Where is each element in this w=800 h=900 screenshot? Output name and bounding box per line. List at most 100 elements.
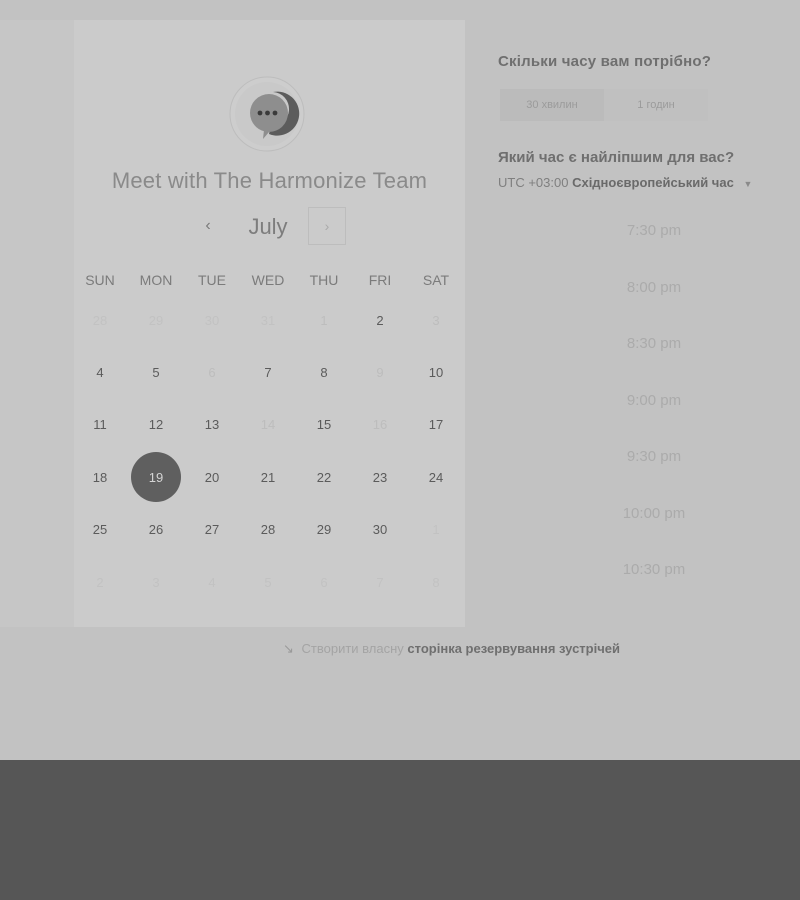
weekday-label: FRI [368, 272, 392, 288]
calendar-day-number: 16 [372, 417, 388, 433]
calendar-day-number: 2 [96, 574, 104, 590]
calendar-day[interactable]: 25 [72, 504, 128, 556]
timezone-offset: UTC +03:00 [498, 175, 569, 190]
calendar-day[interactable]: 10 [408, 346, 464, 398]
duration-30min-button[interactable]: 30 хвилин [500, 89, 604, 121]
calendar-day-number: 30 [372, 522, 388, 538]
calendar-week-row: 11 12 13 14 15 16 17 [72, 399, 464, 451]
time-slot[interactable]: 9:00 pm [565, 392, 743, 409]
calendar-day[interactable]: 12 [128, 399, 184, 451]
calendar-day: 16 [352, 399, 408, 451]
calendar-day-number: 6 [320, 574, 328, 590]
calendar-day[interactable]: 13 [184, 399, 240, 451]
calendar-day[interactable]: 15 [296, 399, 352, 451]
calendar-day: 1 [408, 504, 464, 556]
calendar-day[interactable]: 20 [184, 451, 240, 503]
calendar-day-number: 3 [432, 312, 440, 328]
calendar-day-number: 1 [320, 312, 328, 328]
month-navigation: ‹ July › [190, 206, 350, 248]
duration-1hour-button[interactable]: 1 годин [604, 89, 708, 121]
calendar-day[interactable]: 22 [296, 451, 352, 503]
calendar-week-row: 4 5 6 7 8 9 10 [72, 346, 464, 398]
calendar-day-number: 18 [92, 469, 108, 485]
calendar-day[interactable]: 11 [72, 399, 128, 451]
weekday-label: TUE [198, 272, 226, 288]
calendar-day[interactable]: 27 [184, 504, 240, 556]
calendar-day[interactable]: 5 [128, 346, 184, 398]
calendar-day-number: 27 [204, 522, 220, 538]
calendar-day-number: 21 [260, 469, 276, 485]
duration-question: Скільки часу вам потрібно? [498, 53, 712, 70]
time-slot[interactable]: 10:00 pm [565, 505, 743, 522]
calendar-day-number: 4 [208, 574, 216, 590]
calendar-day-number: 15 [316, 417, 332, 433]
calendar-day: 4 [184, 556, 240, 608]
time-slot[interactable]: 8:30 pm [565, 335, 743, 352]
calendar-day[interactable]: 24 [408, 451, 464, 503]
calendar-day-number: 25 [92, 522, 108, 538]
calendar-day: 8 [408, 556, 464, 608]
calendar-day[interactable]: 4 [72, 346, 128, 398]
calendar-day: 9 [352, 346, 408, 398]
calendar-day-number: 19 [148, 469, 164, 485]
calendar-day-number: 31 [260, 312, 276, 328]
booking-title: Meet with The Harmonize Team [111, 168, 428, 193]
calendar-day-number: 5 [264, 574, 272, 590]
calendar-week-row: 18 19 20 21 22 23 24 [72, 451, 464, 503]
calendar-day-number: 3 [152, 574, 160, 590]
weekday-label: SAT [422, 272, 450, 288]
calendar-day: 7 [352, 556, 408, 608]
calendar-day-number: 2 [376, 312, 384, 328]
calendar-day[interactable]: 17 [408, 399, 464, 451]
chevron-right-icon: › [324, 218, 330, 234]
weekday-label: THU [309, 272, 339, 288]
calendar-day[interactable]: 26 [128, 504, 184, 556]
calendar-day[interactable]: 30 [352, 504, 408, 556]
time-slot[interactable]: 8:00 pm [565, 279, 743, 296]
calendar-day[interactable]: 21 [240, 451, 296, 503]
chat-bubble-logo-icon [229, 76, 305, 152]
calendar-day-number: 28 [260, 522, 276, 538]
calendar-day-number: 20 [204, 469, 220, 485]
calendar-day-number: 14 [260, 417, 276, 433]
calendar-day-number: 24 [428, 469, 444, 485]
calendar-day-number: 29 [148, 312, 164, 328]
calendar-day: 6 [184, 346, 240, 398]
calendar-day-number: 8 [320, 364, 328, 380]
calendar-day[interactable]: 8 [296, 346, 352, 398]
calendar-day: 30 [184, 294, 240, 346]
footer-link-prefix: Створити власну [301, 641, 404, 656]
bottom-bar [0, 760, 800, 900]
calendar-day-number: 12 [148, 417, 164, 433]
next-month-button[interactable]: › [308, 207, 346, 245]
calendar-day[interactable]: 23 [352, 451, 408, 503]
timezone-selector[interactable]: UTC +03:00 Східноєвропейський час ▼ [498, 175, 752, 190]
calendar-day: 3 [128, 556, 184, 608]
create-booking-page-link[interactable]: ↘ Створити власну сторінка резервування … [283, 641, 620, 657]
weekday-label: WED [251, 272, 285, 288]
calendar-day: 1 [296, 294, 352, 346]
calendar-day-number: 22 [316, 469, 332, 485]
time-slot[interactable]: 10:30 pm [565, 561, 743, 578]
calendar-day[interactable]: 18 [72, 451, 128, 503]
calendar-day-number: 6 [208, 364, 216, 380]
calendar-week-row: 25 26 27 28 29 30 1 [72, 504, 464, 556]
calendar-day-number: 7 [376, 574, 384, 590]
calendar-day: 3 [408, 294, 464, 346]
caret-down-icon: ▼ [743, 179, 753, 189]
weekday-label: SUN [85, 272, 115, 288]
weekday-header: SUN MON TUE WED THU FRI SAT [72, 272, 464, 288]
prev-month-button[interactable]: ‹ [196, 214, 220, 238]
panel-side-strip [0, 20, 74, 627]
calendar-day[interactable]: 29 [296, 504, 352, 556]
calendar-day-selected[interactable]: 19 [128, 451, 184, 503]
calendar-day-number: 9 [376, 364, 384, 380]
calendar-day: 6 [296, 556, 352, 608]
calendar-day[interactable]: 7 [240, 346, 296, 398]
calendar-day[interactable]: 28 [240, 504, 296, 556]
time-slot[interactable]: 9:30 pm [565, 448, 743, 465]
calendar-day-number: 8 [432, 574, 440, 590]
time-slot[interactable]: 7:30 pm [565, 222, 743, 239]
calendar-day-number: 13 [204, 417, 220, 433]
calendar-day[interactable]: 2 [352, 294, 408, 346]
